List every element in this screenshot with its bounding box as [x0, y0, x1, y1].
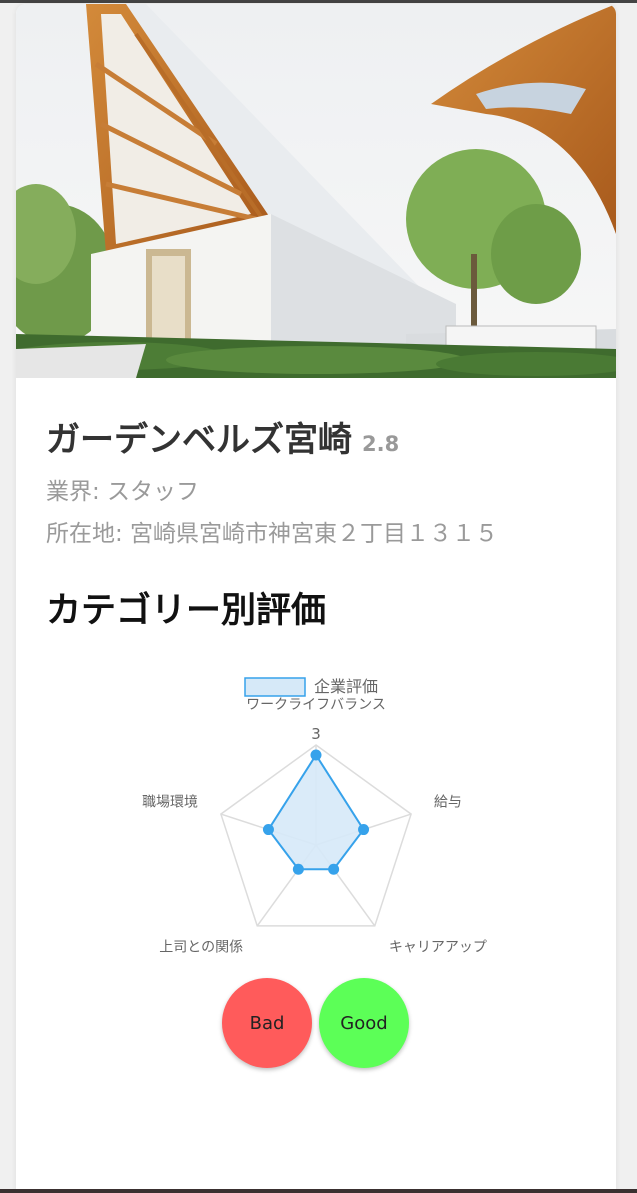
- top-edge: [0, 0, 637, 3]
- radar-tick-label: 3: [311, 725, 321, 743]
- bad-button[interactable]: Bad: [222, 978, 312, 1068]
- company-title-row: ガーデンベルズ宮崎 2.8: [46, 412, 399, 461]
- radar-point-1: [310, 749, 322, 761]
- company-address: 所在地: 宮崎県宮崎市神宮東２丁目１３１５: [46, 521, 499, 547]
- radar-point-3: [328, 863, 340, 875]
- legend-swatch: [244, 677, 306, 697]
- company-rating: 2.8: [362, 432, 400, 456]
- company-industry: 業界: スタッフ: [46, 479, 200, 505]
- bottom-edge: [0, 1189, 637, 1193]
- radar-axis-label-3: キャリアアップ: [389, 939, 487, 955]
- radar-axis-label-4: 上司との関係: [159, 939, 243, 955]
- category-radar-chart: 企業評価 3 ワークライフバランス給与キャリアアップ 上司との関係 職場環境: [142, 677, 487, 955]
- radar-axis-label-2: 給与: [434, 795, 462, 811]
- radar-data-area: [267, 753, 365, 871]
- category-rating-title: カテゴリー別評価: [46, 591, 327, 631]
- company-photo: [16, 4, 616, 378]
- radar-point-5: [262, 824, 274, 836]
- radar-point-2: [358, 824, 370, 836]
- good-button[interactable]: Good: [319, 978, 409, 1068]
- legend-label: 企業評価: [314, 677, 378, 696]
- company-card: ガーデンベルズ宮崎 2.8 業界: スタッフ 所在地: 宮崎県宮崎市神宮東２丁目…: [16, 4, 616, 1193]
- radar-point-4: [292, 863, 304, 875]
- radar-axis-label-1: ワークライフバランス: [246, 697, 386, 713]
- radar-axis-label-5: 職場環境: [142, 795, 198, 811]
- company-name: ガーデンベルズ宮崎: [46, 420, 352, 460]
